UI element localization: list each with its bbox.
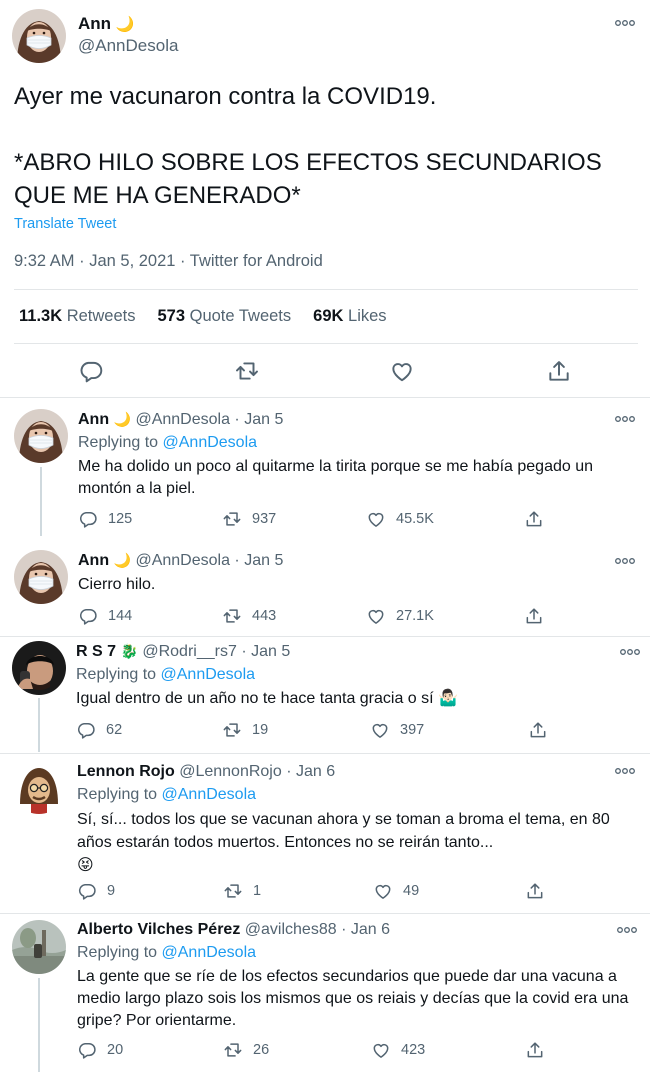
retweet-button[interactable]: 443	[222, 605, 276, 627]
retweet-icon	[223, 881, 243, 901]
like-button[interactable]: 397	[370, 719, 424, 741]
share-icon[interactable]	[546, 358, 572, 384]
share-icon	[524, 509, 544, 529]
reply-avatar[interactable]	[14, 550, 68, 604]
replying-to: Replying to @AnnDesola	[77, 786, 257, 803]
more-options-icon[interactable]	[614, 414, 636, 424]
reply-header: Alberto Vilches Pérez @avilches88 · Jan …	[77, 921, 390, 938]
thread-line	[38, 698, 40, 752]
retweet-icon	[223, 1040, 243, 1060]
retweet-button[interactable]: 19	[222, 719, 268, 741]
retweet-button[interactable]: 26	[223, 1039, 269, 1061]
replying-to: Replying to @AnnDesola	[77, 944, 257, 961]
main-author-name[interactable]: Ann 🌙	[78, 14, 134, 34]
reply-actions: 62 19 397	[76, 719, 556, 741]
reply-actions: 20 26 423	[77, 1039, 557, 1061]
share-icon	[525, 881, 545, 901]
reply-icon	[77, 1040, 97, 1060]
like-button[interactable]: 45.5K	[366, 508, 434, 530]
reply-avatar[interactable]	[12, 641, 66, 695]
reply-header: Ann 🌙 @AnnDesola · Jan 5	[78, 552, 284, 569]
likes-stat[interactable]: 69K Likes	[313, 307, 386, 326]
retweet-button[interactable]: 1	[223, 880, 261, 902]
retweet-icon[interactable]	[234, 358, 260, 384]
divider	[14, 343, 638, 344]
divider	[0, 753, 650, 754]
like-button[interactable]: 423	[371, 1039, 425, 1061]
like-icon	[370, 720, 390, 740]
reply-button[interactable]: 20	[77, 1039, 123, 1061]
reply-icon[interactable]	[78, 358, 104, 384]
like-button[interactable]: 27.1K	[366, 605, 434, 627]
thread-line	[40, 467, 42, 536]
quote-tweets-stat[interactable]: 573 Quote Tweets	[158, 307, 292, 326]
replying-to: Replying to @AnnDesola	[76, 666, 256, 683]
reply-header: R S 7 🐉 @Rodri__rs7 · Jan 5	[76, 643, 291, 660]
share-button[interactable]	[528, 719, 558, 741]
share-button[interactable]	[524, 508, 554, 530]
reply-avatar[interactable]	[12, 920, 66, 974]
retweet-icon	[222, 720, 242, 740]
reply-icon	[78, 606, 98, 626]
reply-icon	[77, 881, 97, 901]
thread-line	[38, 978, 40, 1072]
share-icon	[528, 720, 548, 740]
reply-actions: 9 1 49	[77, 880, 557, 902]
reply-header: Lennon Rojo @LennonRojo · Jan 6	[77, 763, 336, 780]
tweet-timestamp[interactable]: 9:32 AM · Jan 5, 2021 · Twitter for Andr…	[14, 252, 323, 271]
reply-avatar[interactable]	[14, 409, 68, 463]
share-button[interactable]	[525, 1039, 555, 1061]
divider	[0, 913, 650, 914]
like-icon	[366, 606, 386, 626]
more-options-icon[interactable]	[614, 766, 636, 776]
reply-actions: 125 937 45.5K	[78, 508, 558, 530]
like-icon	[371, 1040, 391, 1060]
reply-button[interactable]: 125	[78, 508, 132, 530]
like-button[interactable]: 49	[373, 880, 419, 902]
share-icon	[525, 1040, 545, 1060]
share-button[interactable]	[524, 605, 554, 627]
main-tweet-actions	[0, 358, 650, 386]
retweet-button[interactable]: 937	[222, 508, 276, 530]
reply-text: Sí, sí... todos los que se vacunan ahora…	[77, 811, 610, 874]
like-icon	[373, 881, 393, 901]
reply-button[interactable]: 9	[77, 880, 115, 902]
replying-to: Replying to @AnnDesola	[78, 434, 258, 451]
translate-tweet-link[interactable]: Translate Tweet	[14, 216, 116, 232]
reply-avatar[interactable]	[12, 760, 66, 814]
retweets-stat[interactable]: 11.3K Retweets	[19, 307, 136, 326]
more-options-icon[interactable]	[616, 925, 638, 935]
reply-text: Cierro hilo.	[78, 576, 156, 593]
reply-text: Me ha dolido un poco al quitarme la tiri…	[78, 458, 594, 497]
share-button[interactable]	[525, 880, 555, 902]
reply-icon	[78, 509, 98, 529]
reply-icon	[76, 720, 96, 740]
more-options-icon[interactable]	[614, 556, 636, 566]
reply-button[interactable]: 144	[78, 605, 132, 627]
reply-actions: 144 443 27.1K	[78, 605, 558, 627]
main-tweet-text: Ayer me vacunaron contra la COVID19. *AB…	[14, 83, 602, 209]
reply-text: La gente que se ríe de los efectos secun…	[77, 968, 629, 1029]
reply-button[interactable]: 62	[76, 719, 122, 741]
moon-emoji: 🌙	[115, 16, 135, 33]
reply-text: Igual dentro de un año no te hace tanta …	[76, 690, 458, 707]
like-icon[interactable]	[389, 358, 415, 384]
more-options-icon[interactable]	[619, 647, 641, 657]
reply-header: Ann 🌙 @AnnDesola · Jan 5	[78, 411, 284, 428]
divider	[0, 397, 650, 398]
more-options-icon[interactable]	[614, 18, 636, 28]
main-author-handle[interactable]: @AnnDesola	[78, 36, 178, 56]
retweet-icon	[222, 606, 242, 626]
tweet-stats: 11.3K Retweets 573 Quote Tweets 69K Like…	[19, 307, 409, 326]
retweet-icon	[222, 509, 242, 529]
share-icon	[524, 606, 544, 626]
divider	[14, 289, 638, 290]
main-avatar[interactable]	[12, 9, 66, 63]
divider	[0, 636, 650, 637]
like-icon	[366, 509, 386, 529]
